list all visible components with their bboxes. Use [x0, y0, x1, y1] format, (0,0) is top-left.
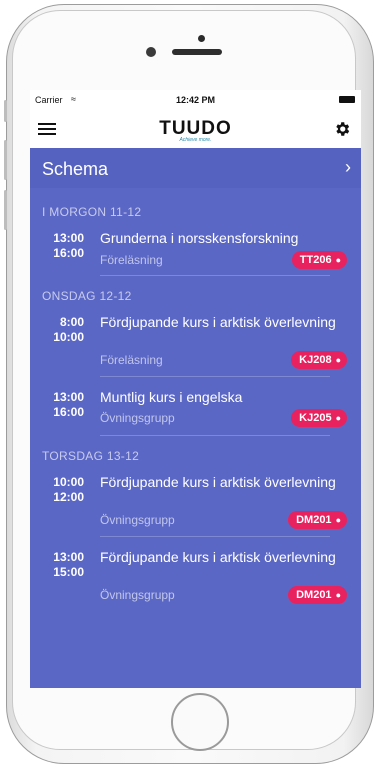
- logo-tagline: Achieve more.: [179, 137, 212, 143]
- entry-divider: [100, 536, 330, 537]
- clock: 12:42 PM: [175, 95, 216, 105]
- end-time: 12:00: [53, 490, 84, 504]
- chevron-right-icon[interactable]: ›: [345, 157, 351, 178]
- start-time: 13:00: [53, 390, 84, 404]
- room-badge[interactable]: KJ208 ●: [291, 351, 347, 369]
- start-time: 13:00: [53, 550, 84, 564]
- app-screen: Carrier ≈ 12:42 PM TUUDO Achieve more. S…: [30, 90, 361, 688]
- volume-down-button: [4, 190, 7, 230]
- room-badge[interactable]: DM201 ●: [288, 586, 347, 604]
- status-bar: Carrier ≈ 12:42 PM: [30, 90, 361, 110]
- pin-icon: ●: [335, 355, 341, 365]
- start-time: 10:00: [53, 475, 84, 489]
- section-header: I MORGON 11-12: [42, 205, 142, 219]
- event-type: Föreläsning: [100, 353, 163, 367]
- logo-wordmark: TUUDO: [159, 118, 232, 139]
- course-name: Fördjupande kurs i arktisk överlevning: [100, 474, 336, 490]
- course-name: Muntlig kurs i engelska: [100, 389, 243, 405]
- app-logo: TUUDO Achieve more.: [30, 118, 361, 143]
- room-code: DM201: [296, 589, 332, 601]
- event-type: Övningsgrupp: [100, 411, 175, 425]
- event-type: Övningsgrupp: [100, 513, 175, 527]
- battery-icon: [339, 96, 355, 103]
- course-name: Fördjupande kurs i arktisk överlevning: [100, 549, 336, 565]
- home-button[interactable]: [171, 693, 229, 751]
- room-code: DM201: [296, 514, 332, 526]
- pin-icon: ●: [335, 515, 341, 525]
- pin-icon: ●: [335, 590, 341, 600]
- end-time: 15:00: [53, 565, 84, 579]
- camera-icon: [198, 35, 205, 42]
- course-name: Fördjupande kurs i arktisk överlevning: [100, 314, 336, 330]
- pin-icon: ●: [335, 255, 341, 265]
- gear-icon[interactable]: [333, 120, 351, 138]
- app-header: TUUDO Achieve more.: [30, 110, 361, 148]
- room-code: TT206: [299, 254, 332, 266]
- start-time: 13:00: [53, 231, 84, 245]
- end-time: 16:00: [53, 405, 84, 419]
- earpiece-speaker: [172, 49, 222, 55]
- entry-divider: [100, 435, 330, 436]
- event-type: Övningsgrupp: [100, 588, 175, 602]
- entry-divider: [100, 376, 330, 377]
- schedule-header[interactable]: Schema ›: [30, 148, 361, 188]
- room-badge[interactable]: KJ205 ●: [291, 409, 347, 427]
- room-code: KJ208: [299, 354, 332, 366]
- mute-switch: [4, 100, 7, 122]
- section-header: ONSDAG 12-12: [42, 289, 132, 303]
- course-name: Grunderna i norsskensforskning: [100, 230, 299, 246]
- start-time: 8:00: [59, 315, 84, 329]
- volume-up-button: [4, 140, 7, 180]
- end-time: 16:00: [53, 246, 84, 260]
- page-title: Schema: [42, 159, 109, 179]
- pin-icon: ●: [335, 413, 341, 423]
- end-time: 10:00: [53, 330, 84, 344]
- room-code: KJ205: [299, 412, 332, 424]
- event-type: Föreläsning: [100, 253, 163, 267]
- room-badge[interactable]: TT206 ●: [291, 251, 347, 269]
- entry-divider: [100, 275, 330, 276]
- section-header: TORSDAG 13-12: [42, 449, 140, 463]
- room-badge[interactable]: DM201 ●: [288, 511, 347, 529]
- schedule-panel: Schema › I MORGON 11-12 13:00 16:00 Grun…: [30, 148, 361, 688]
- front-camera-icon: [146, 47, 156, 57]
